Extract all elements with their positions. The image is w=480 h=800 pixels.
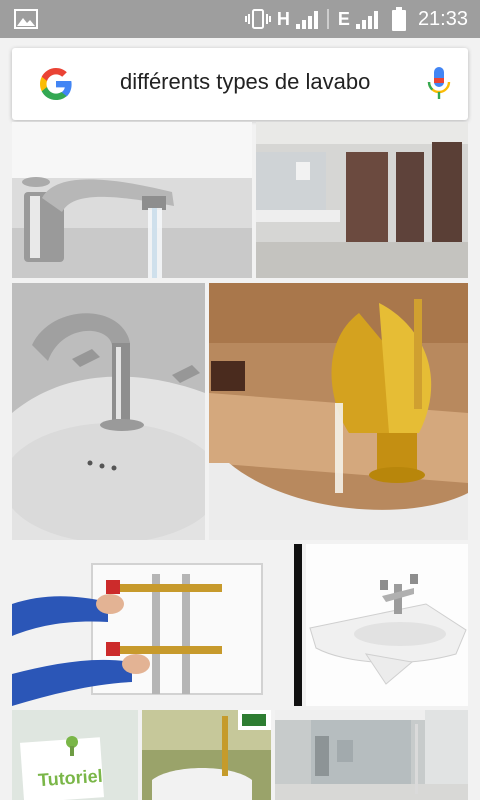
status-time: 21:33 (417, 7, 468, 30)
microphone-icon[interactable] (426, 66, 452, 102)
image-result-corner-basin[interactable] (306, 544, 468, 706)
image-result-faucet-running[interactable] (12, 122, 252, 278)
image-result-vessel-sink[interactable] (142, 710, 271, 800)
plumbing-image (12, 544, 302, 706)
status-bar: H E 21:33 (0, 0, 480, 38)
image-result-gold-swan-faucet[interactable] (209, 283, 468, 540)
corner-basin-image (306, 544, 468, 706)
image-result-chrome-mixer[interactable] (12, 283, 205, 540)
gallery-notification-icon (14, 9, 38, 29)
image-result-public-restroom[interactable] (256, 122, 468, 278)
gold-faucet-image (209, 283, 468, 540)
data-arrows-icon (327, 9, 329, 29)
search-bar[interactable]: différents types de lavabo (12, 48, 468, 120)
signal-strength-icon-2 (355, 9, 378, 29)
chrome-mixer-image (12, 283, 205, 540)
image-result-tutoriel[interactable]: Tutoriel (12, 710, 138, 800)
image-result-plumbing-pipes[interactable] (12, 544, 302, 706)
signal-strength-icon-1 (295, 9, 318, 29)
network-type-1: H (276, 8, 290, 29)
restroom-image (256, 122, 468, 278)
tutoriel-label: Tutoriel (37, 765, 104, 791)
search-query-text[interactable]: différents types de lavabo (120, 69, 392, 99)
bathroom-shower-image (275, 710, 468, 800)
vessel-sink-image (142, 710, 271, 800)
vibrate-icon (244, 9, 271, 29)
network-type-2: E (337, 8, 350, 29)
image-result-bathroom-shower[interactable] (275, 710, 468, 800)
battery-icon (391, 7, 406, 31)
google-logo-icon[interactable] (38, 66, 74, 102)
faucet-image (12, 122, 252, 278)
